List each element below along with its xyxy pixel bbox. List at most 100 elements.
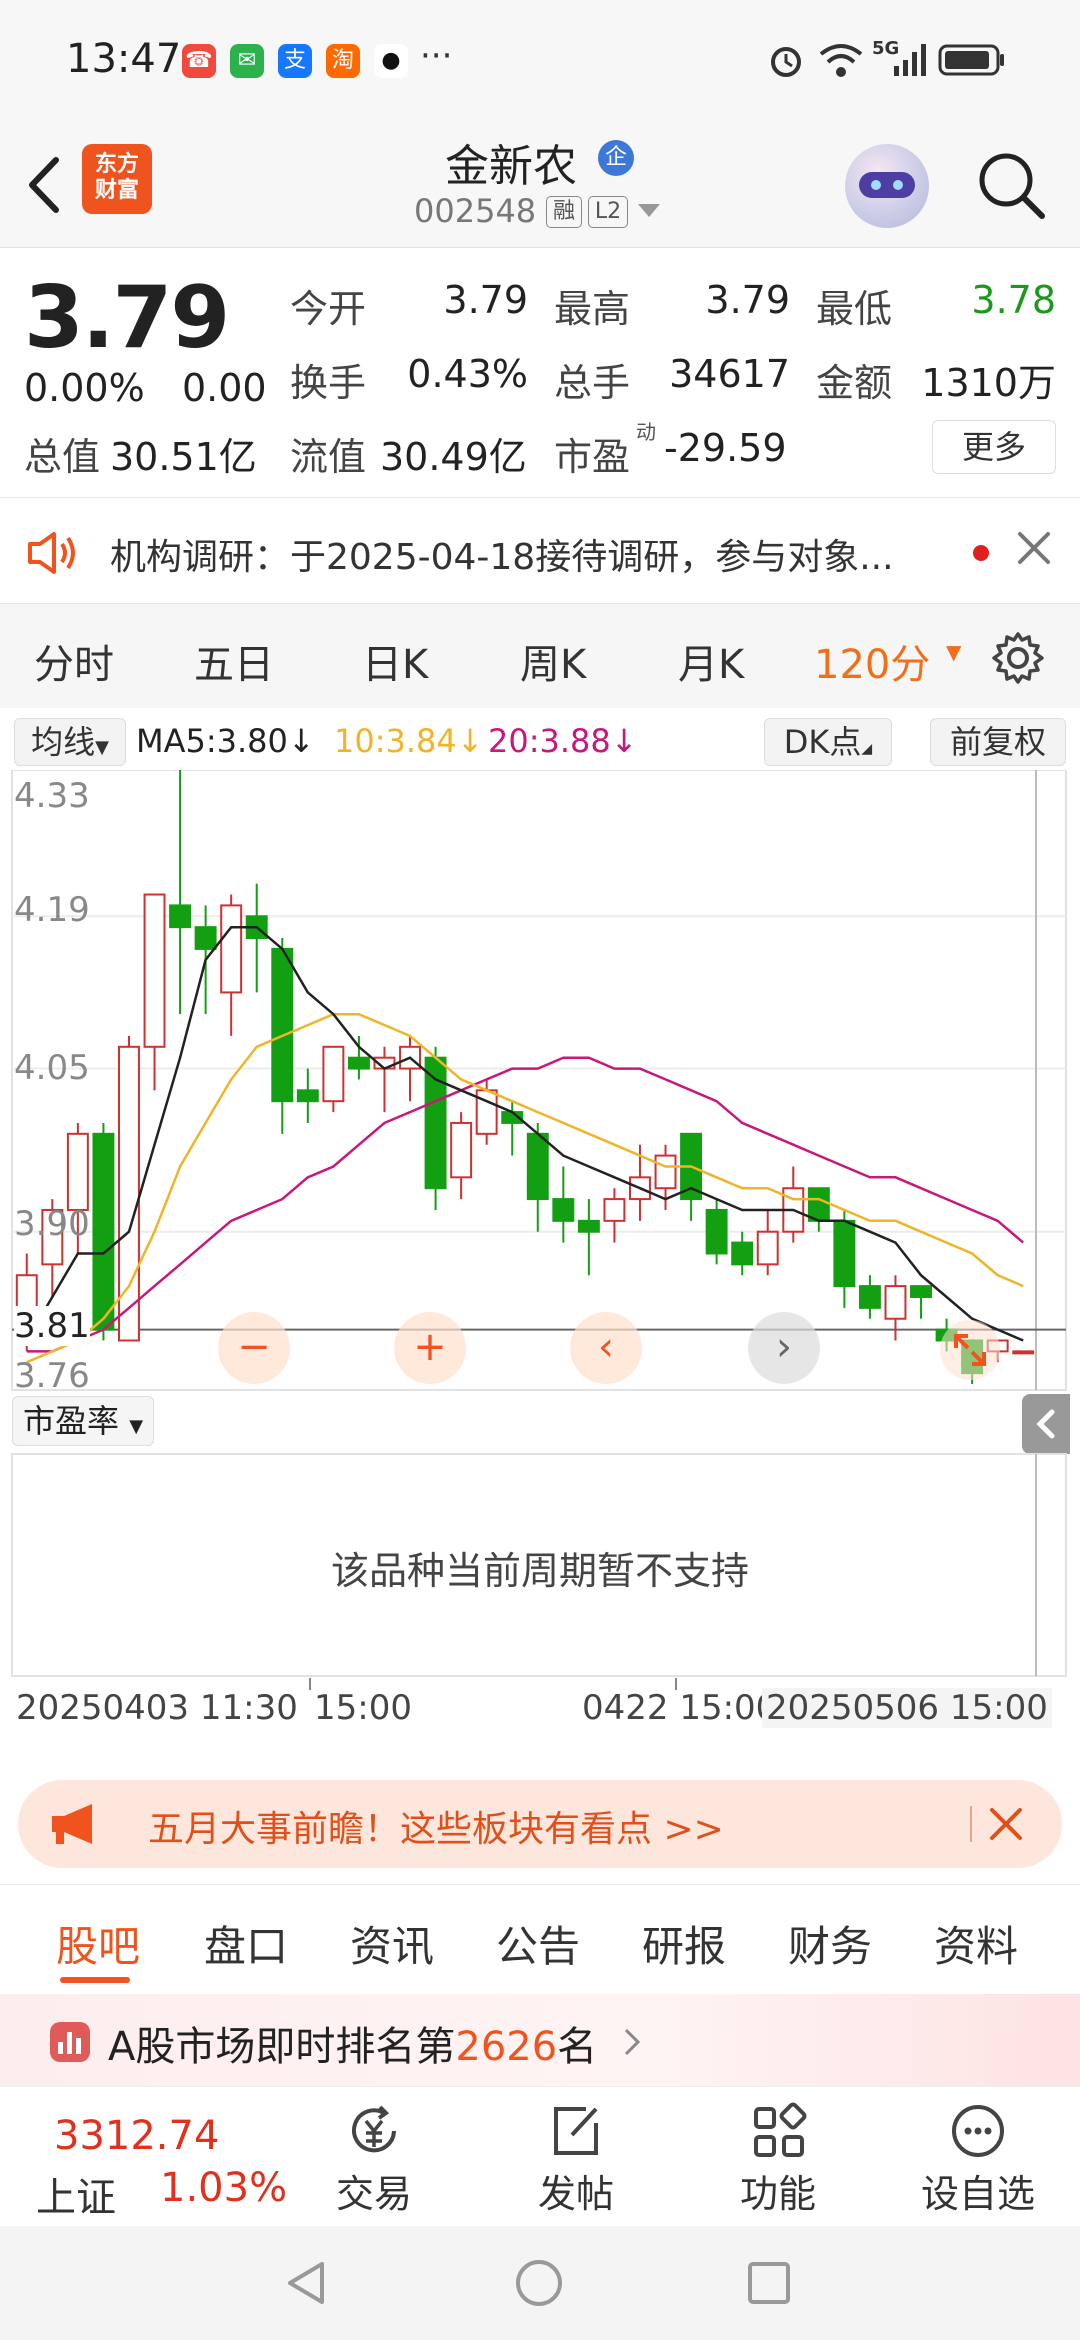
news-text[interactable]: 机构调研：于2025-04-18接待调研，参与对象... [110, 528, 894, 580]
scroll-left-button[interactable]: ‹ [570, 1312, 642, 1384]
candle-body [271, 947, 294, 1103]
nav-home-icon[interactable] [514, 2258, 564, 2308]
promo-text[interactable]: 五月大事前瞻！这些板块有看点 >> [148, 1800, 724, 1852]
promo-banner[interactable]: 五月大事前瞻！这些板块有看点 >> [18, 1780, 1062, 1868]
functions-label: 功能 [739, 2172, 816, 2216]
candle-body [807, 1187, 830, 1222]
grid-functions-icon [754, 2102, 807, 2157]
candle-body [577, 1219, 600, 1233]
megaphone-icon [52, 1804, 92, 1844]
ma10-value: 10:3.84↓ [334, 722, 484, 760]
trade-button[interactable]: 交易 [314, 2101, 434, 2218]
tab-announcements[interactable]: 公告 [496, 1913, 580, 1974]
tab-intraday[interactable]: 分时 [34, 632, 114, 690]
ma-selector[interactable]: 均线▼ [14, 718, 126, 766]
eastmoney-logo[interactable]: 东方 财富 [82, 144, 152, 214]
ma20-text: 20:3.88 [488, 722, 611, 760]
dk-point-button[interactable]: DK点◢ [764, 718, 892, 766]
total-value-label: 总值 [24, 435, 101, 479]
alarm-icon [771, 47, 801, 77]
pe-label: 市盈 [554, 435, 631, 479]
market-rank-strip[interactable]: A股市场即时排名第2626名 [0, 1994, 1080, 2086]
trade-yuan-icon [352, 2105, 396, 2153]
tab-guba[interactable]: 股吧 [56, 1913, 140, 1974]
low-value: 3.78 [971, 278, 1056, 322]
current-price-marker: 3.81 [14, 1306, 90, 1346]
ma20-value: 20:3.88↓ [488, 722, 638, 760]
volume-value: 34617 [669, 352, 790, 396]
open-label: 今开 [290, 287, 367, 331]
tab-profile[interactable]: 资料 [934, 1913, 1018, 1974]
index-name: 上证 [36, 2175, 116, 2221]
candle-body [296, 1089, 319, 1103]
index-widget[interactable]: 3312.74 上证 1.03% [0, 2087, 290, 2227]
zoom-in-button[interactable]: + [394, 1312, 466, 1384]
promo-close-icon[interactable] [988, 1806, 1024, 1842]
stock-code[interactable]: 002548 [414, 192, 536, 230]
price-axis-label: 4.05 [14, 1048, 90, 1088]
chevron-down-icon: ▼ [95, 737, 109, 758]
tab-monthly-k[interactable]: 月K [678, 632, 744, 690]
back-arrow-icon[interactable] [20, 150, 70, 220]
expand-icon[interactable] [938, 1318, 1002, 1382]
rank-chart-icon [50, 2022, 90, 2062]
logo-line2: 财富 [94, 178, 139, 203]
stock-header: 东方 财富 金新农 企 002548 融 L2 [0, 120, 1080, 248]
zoom-out-button[interactable]: − [218, 1312, 290, 1384]
tab-research[interactable]: 研报 [642, 1913, 726, 1974]
tab-120min[interactable]: 120分 [814, 632, 930, 690]
post-button[interactable]: 发帖 [516, 2101, 636, 2218]
promo-divider [970, 1806, 972, 1842]
chevron-left-icon [1036, 1409, 1055, 1439]
price-axis-label: 3.76 [14, 1356, 90, 1396]
chart-frame [11, 770, 1067, 1391]
price-axis-label: 4.19 [14, 890, 90, 930]
side-drawer-tab[interactable] [1022, 1394, 1070, 1454]
amount-value: 1310万 [921, 361, 1056, 405]
dk-label: DK点 [783, 723, 862, 761]
edit-post-icon [554, 2107, 598, 2155]
ma5-line [25, 925, 1024, 1342]
more-button[interactable]: 更多 [932, 420, 1056, 474]
corner-triangle-icon: ◢ [861, 741, 873, 757]
price-adjust-button[interactable]: 前复权 [930, 718, 1066, 766]
change-amount: 0.00 [182, 366, 267, 410]
ma5-down-arrow-icon: ↓ [287, 722, 315, 760]
wechat-icon: ✉ [230, 44, 264, 78]
nav-recents-icon[interactable] [744, 2258, 794, 2308]
period-dropdown-icon[interactable]: ▼ [946, 640, 961, 664]
high-value: 3.79 [705, 278, 790, 322]
candle-body [833, 1219, 856, 1288]
ai-robot-assistant-icon[interactable] [845, 144, 929, 228]
search-icon[interactable] [974, 148, 1048, 222]
add-watchlist-label: 设自选 [920, 2172, 1035, 2216]
tab-financials[interactable]: 财务 [788, 1913, 872, 1974]
gear-icon[interactable] [990, 630, 1046, 686]
tab-news[interactable]: 资讯 [350, 1913, 434, 1974]
turnover-label: 换手 [290, 361, 367, 405]
candle-body [552, 1198, 575, 1222]
total-value: 30.51亿 [110, 435, 257, 479]
news-close-icon[interactable] [1016, 530, 1052, 566]
missed-call-icon: ☎ [182, 44, 216, 78]
tab-weekly-k[interactable]: 周K [520, 632, 586, 690]
tab-daily-k[interactable]: 日K [362, 632, 428, 690]
candle-body [475, 1089, 498, 1135]
ma10-text: 10:3.84 [334, 722, 457, 760]
candle-body [1012, 1350, 1035, 1355]
tab-five-day[interactable]: 五日 [194, 632, 274, 690]
float-value: 30.49亿 [380, 435, 527, 479]
enterprise-badge-icon: 企 [598, 140, 634, 176]
stock-name[interactable]: 金新农 [445, 130, 577, 194]
functions-button[interactable]: 功能 [718, 2101, 838, 2218]
candle-body [450, 1121, 473, 1179]
code-dropdown-icon[interactable] [638, 204, 660, 217]
ma20-down-arrow-icon: ↓ [610, 722, 638, 760]
tab-order-book[interactable]: 盘口 [204, 1913, 288, 1974]
alipay-icon: 支 [278, 44, 312, 78]
news-ticker[interactable]: 机构调研：于2025-04-18接待调研，参与对象... [0, 500, 1080, 604]
pe-ratio-selector[interactable]: 市盈率 ▼ [12, 1396, 155, 1446]
nav-back-icon[interactable] [282, 2258, 332, 2308]
scroll-right-button[interactable]: › [748, 1312, 820, 1384]
add-watchlist-button[interactable]: 设自选 [918, 2101, 1038, 2218]
